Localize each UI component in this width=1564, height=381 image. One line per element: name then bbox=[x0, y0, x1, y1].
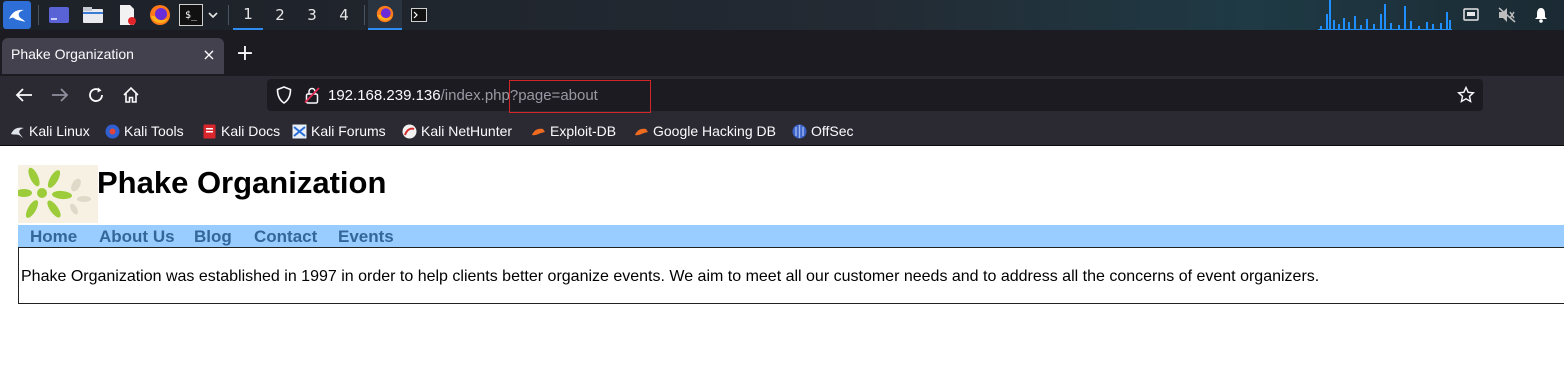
new-tab-button[interactable]: + bbox=[234, 41, 256, 66]
workspace-4[interactable]: 4 bbox=[329, 0, 359, 30]
bookmark-label: OffSec bbox=[811, 123, 854, 139]
bookmark-label: Exploit-DB bbox=[550, 123, 617, 139]
text-editor-icon[interactable] bbox=[114, 2, 140, 28]
taskbar: $_ 1 2 3 4 bbox=[0, 0, 1564, 30]
nethunter-icon bbox=[402, 124, 417, 139]
shield-icon[interactable] bbox=[273, 84, 295, 106]
nav-link-events[interactable]: Events bbox=[338, 227, 394, 247]
bookmark-kali-forums[interactable]: Kali Forums bbox=[292, 122, 386, 140]
url-parameter-highlight bbox=[509, 80, 651, 113]
terminal-prompt: $_ bbox=[184, 9, 198, 21]
bookmark-kali-docs[interactable]: Kali Docs bbox=[202, 122, 280, 140]
bookmark-label: Kali NetHunter bbox=[421, 123, 513, 139]
workspace-1[interactable]: 1 bbox=[233, 0, 263, 30]
site-title: Phake Organization bbox=[97, 165, 387, 200]
kali-tools-icon bbox=[105, 124, 120, 139]
file-manager-icon[interactable] bbox=[80, 2, 106, 28]
desktop-icon[interactable] bbox=[46, 2, 72, 28]
cpu-usage-graph bbox=[1318, 0, 1452, 30]
web-page: Phake Organization Home About Us Blog Co… bbox=[0, 147, 1564, 381]
bookmarks-toolbar: Kali Linux Kali Tools Kali Docs Kali For… bbox=[0, 116, 1564, 146]
firefox-icon[interactable] bbox=[147, 2, 173, 28]
volume-muted-icon[interactable] bbox=[1496, 5, 1518, 25]
bookmark-label: Kali Docs bbox=[221, 123, 281, 139]
nav-link-about-us[interactable]: About Us bbox=[99, 227, 175, 247]
kali-dragon-icon bbox=[10, 124, 25, 139]
bookmark-kali-tools[interactable]: Kali Tools bbox=[105, 122, 184, 140]
forward-icon[interactable] bbox=[49, 84, 71, 106]
url-host: 192.168.239.136 bbox=[328, 87, 441, 104]
bookmark-label: Google Hacking DB bbox=[653, 123, 776, 139]
notification-bell-icon[interactable] bbox=[1532, 5, 1550, 25]
workspace-3[interactable]: 3 bbox=[297, 0, 327, 30]
bookmark-exploit-db[interactable]: Exploit-DB bbox=[531, 122, 616, 140]
url-bar[interactable]: 192.168.239.136/index.php?page=about bbox=[267, 79, 1483, 113]
tab-phake-organization[interactable]: Phake Organization × bbox=[2, 38, 224, 74]
content-box: Phake Organization was established in 19… bbox=[18, 247, 1564, 304]
offsec-icon bbox=[792, 124, 807, 139]
network-icon[interactable] bbox=[1462, 5, 1480, 25]
exploit-db-icon bbox=[531, 124, 546, 139]
reload-icon[interactable] bbox=[85, 84, 107, 106]
terminal-window-button[interactable] bbox=[406, 2, 432, 28]
bookmark-kali-linux[interactable]: Kali Linux bbox=[10, 122, 90, 140]
bookmark-kali-nethunter[interactable]: Kali NetHunter bbox=[402, 122, 512, 140]
taskbar-separator bbox=[228, 5, 229, 25]
taskbar-separator bbox=[364, 5, 365, 25]
firefox-window-button[interactable] bbox=[368, 0, 402, 30]
nav-link-blog[interactable]: Blog bbox=[194, 227, 232, 247]
bookmark-google-hacking-db[interactable]: Google Hacking DB bbox=[634, 122, 776, 140]
nav-link-contact[interactable]: Contact bbox=[254, 227, 317, 247]
workspace-2[interactable]: 2 bbox=[265, 0, 295, 30]
terminal-icon[interactable]: $_ bbox=[179, 4, 203, 26]
home-icon[interactable] bbox=[120, 84, 142, 106]
bookmark-label: Kali Tools bbox=[124, 123, 184, 139]
site-navigation: Home About Us Blog Contact Events bbox=[18, 225, 1564, 247]
kali-forums-icon bbox=[292, 124, 307, 139]
tab-title: Phake Organization bbox=[11, 46, 134, 62]
bookmark-offsec[interactable]: OffSec bbox=[792, 122, 854, 140]
insecure-lock-icon[interactable] bbox=[301, 84, 323, 106]
kali-docs-icon bbox=[202, 124, 217, 139]
about-paragraph: Phake Organization was established in 19… bbox=[21, 268, 1320, 285]
browser-tab-bar: Phake Organization × + bbox=[0, 30, 1564, 76]
site-logo bbox=[16, 165, 98, 223]
chevron-down-icon[interactable] bbox=[206, 2, 220, 28]
bookmark-label: Kali Linux bbox=[29, 123, 90, 139]
ghdb-icon bbox=[634, 124, 649, 139]
bookmark-label: Kali Forums bbox=[311, 123, 386, 139]
browser-navigation-bar: 192.168.239.136/index.php?page=about bbox=[0, 76, 1564, 116]
nav-link-home[interactable]: Home bbox=[30, 227, 77, 247]
close-tab-icon[interactable]: × bbox=[201, 44, 217, 64]
taskbar-separator bbox=[38, 5, 39, 25]
back-icon[interactable] bbox=[13, 84, 35, 106]
kali-menu-icon[interactable] bbox=[3, 1, 31, 29]
bookmark-star-icon[interactable] bbox=[1455, 84, 1477, 106]
